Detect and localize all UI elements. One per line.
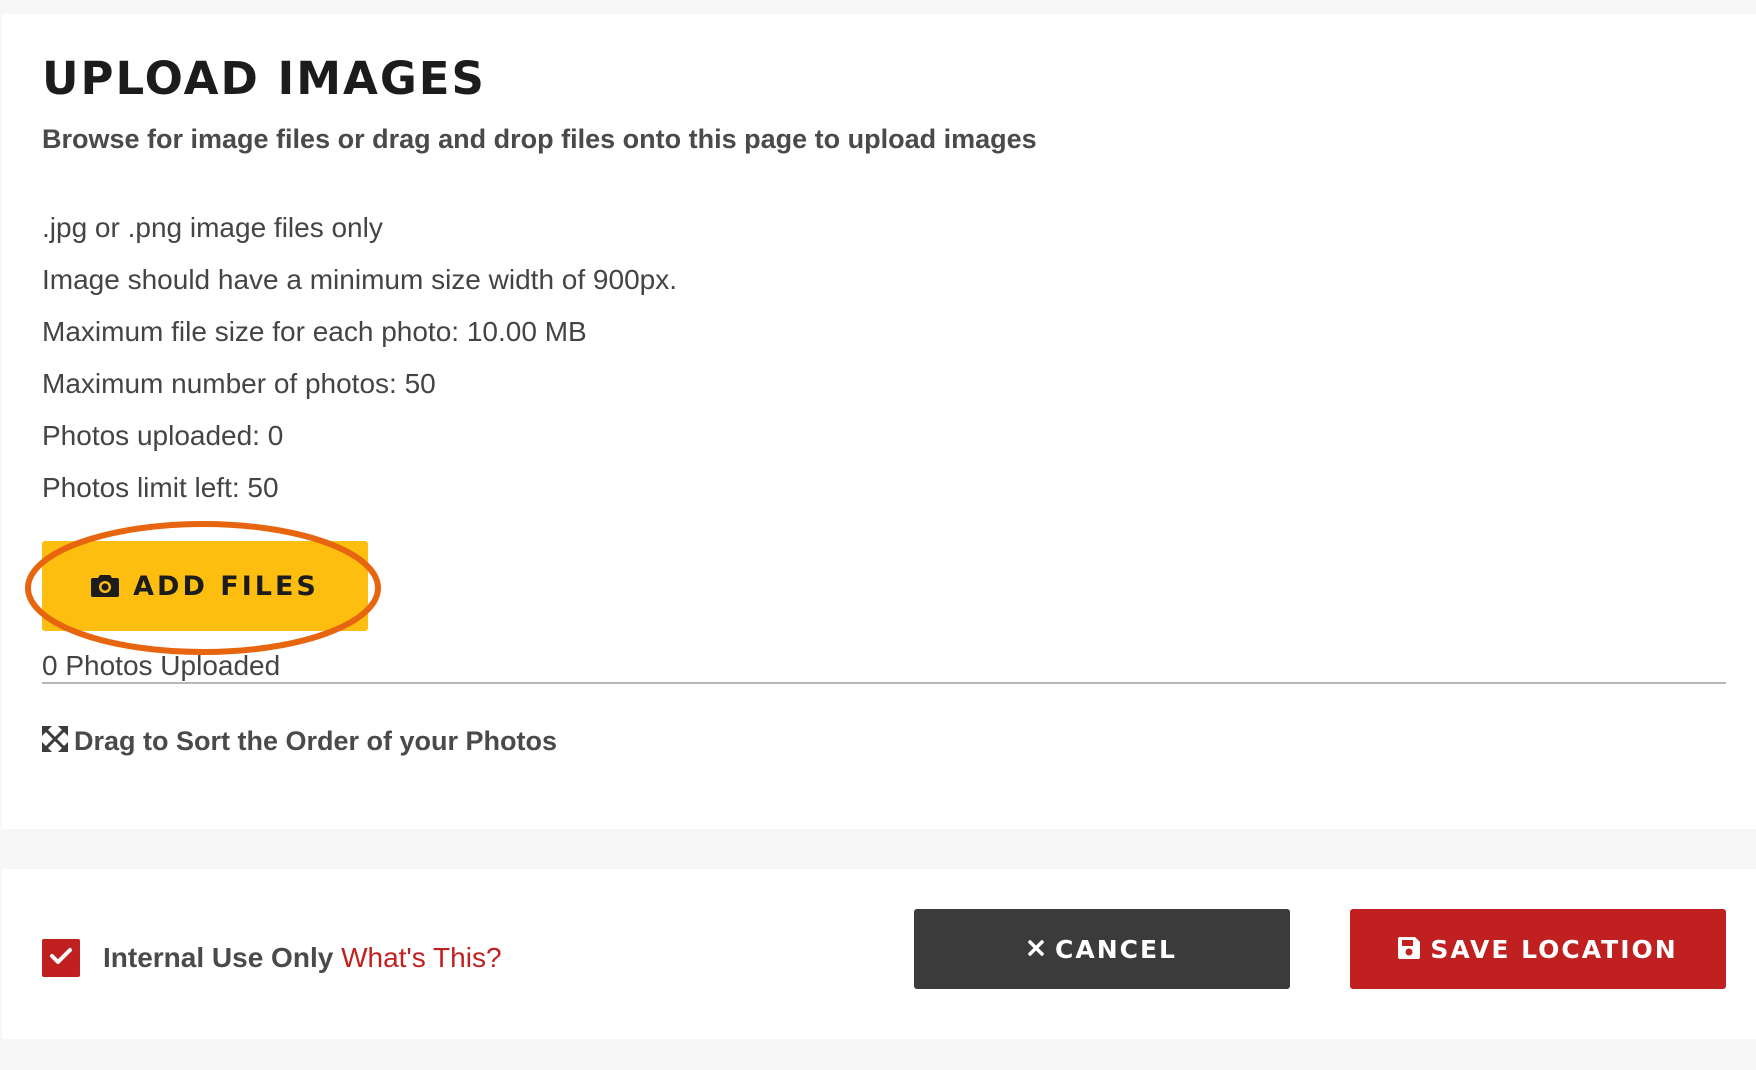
sort-photos-hint: Drag to Sort the Order of your Photos [42,726,557,757]
photos-uploaded-count: Photos uploaded: 0 [42,420,284,451]
close-icon [1027,939,1045,960]
internal-use-row: Internal Use Only What's This? [103,939,502,977]
whats-this-link[interactable]: What's This? [341,942,501,973]
requirement-max-file-size: Maximum file size for each photo: 10.00 … [42,316,587,347]
expand-arrows-icon [42,726,68,757]
upload-requirements-list: .jpg or .png image files only Image shou… [42,202,677,514]
add-files-button[interactable]: ADD FILES [42,541,368,631]
upload-instructions: Browse for image files or drag and drop … [42,124,1037,154]
save-location-label: SAVE LOCATION [1430,934,1678,964]
add-files-label: ADD FILES [133,570,319,602]
camera-icon [91,573,120,600]
divider [42,682,1726,684]
requirement-file-types: .jpg or .png image files only [42,212,383,243]
cancel-button[interactable]: CANCEL [914,909,1290,989]
photos-uploaded-status: 0 Photos Uploaded [42,650,281,681]
upload-images-panel: UPLOAD IMAGES Browse for image files or … [2,14,1756,829]
form-footer: Internal Use Only What's This? CANCEL SA… [2,869,1756,1039]
sort-photos-label: Drag to Sort the Order of your Photos [74,726,558,756]
checkmark-icon [49,946,73,971]
requirement-max-photos: Maximum number of photos: 50 [42,368,436,399]
floppy-disk-icon [1398,936,1421,962]
page-title: UPLOAD IMAGES [42,52,486,105]
save-location-button[interactable]: SAVE LOCATION [1350,909,1726,989]
cancel-label: CANCEL [1055,934,1177,964]
internal-use-label: Internal Use Only [103,942,334,973]
requirement-min-width: Image should have a minimum size width o… [42,264,677,295]
internal-use-checkbox[interactable] [42,939,80,977]
photos-limit-left: Photos limit left: 50 [42,472,279,503]
